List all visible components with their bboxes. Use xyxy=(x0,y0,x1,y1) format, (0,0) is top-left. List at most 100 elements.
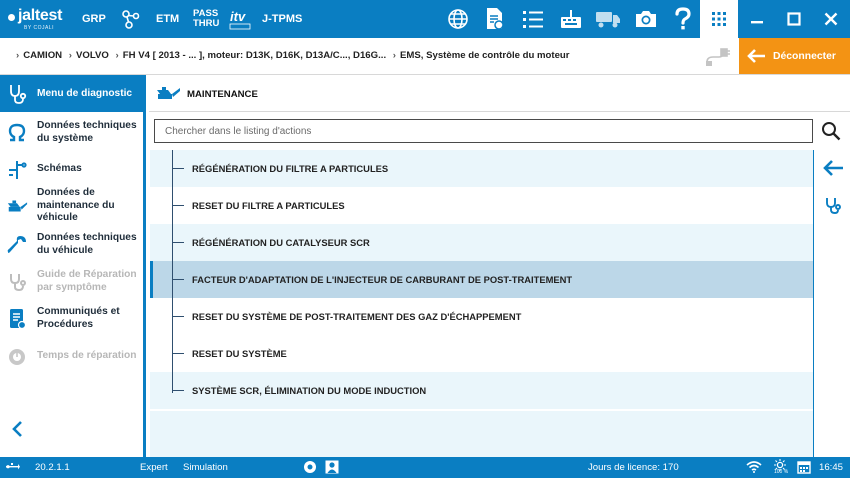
itv-test-icon[interactable]: itv xyxy=(227,5,255,33)
action-row-6[interactable]: SYSTÈME SCR, ÉLIMINATION DU MODE INDUCTI… xyxy=(150,372,813,409)
help-icon[interactable] xyxy=(669,5,697,33)
connectivity-icon[interactable] xyxy=(117,5,145,33)
wrench-icon xyxy=(6,234,28,256)
search-icon xyxy=(822,122,841,141)
maximize-button[interactable] xyxy=(783,8,805,30)
maximize-icon xyxy=(787,12,801,26)
chevron-left-icon xyxy=(12,421,22,437)
action-row-4[interactable]: RESET DU SYSTÈME DE POST-TRAITEMENT DES … xyxy=(150,298,813,335)
tree-connector xyxy=(172,205,184,206)
sidebar-item-system-tech-data[interactable]: Données techniques du système xyxy=(0,120,143,148)
sidebar-item-vehicle-tech-data[interactable]: Données techniques du véhicule xyxy=(0,232,143,260)
breadcrumb-item-model[interactable]: FH V4 [ 2013 - ... ], moteur: D13K, D16K… xyxy=(123,50,386,61)
top-toolbar: jaltest BY COJALI GRP ETM PASS THRU itv … xyxy=(0,0,850,38)
list-empty-area xyxy=(150,411,814,457)
diagnostic-menu-label: Menu de diagnostic xyxy=(37,88,133,99)
tree-connector xyxy=(172,390,184,391)
oil-can-icon xyxy=(155,84,181,107)
action-label: RESET DU SYSTÈME DE POST-TRAITEMENT DES … xyxy=(192,311,522,322)
grid-menu-button[interactable] xyxy=(700,0,738,38)
action-row-5[interactable]: RESET DU SYSTÈME xyxy=(150,335,813,372)
svg-text:itv: itv xyxy=(230,9,246,24)
camera-icon[interactable] xyxy=(632,5,660,33)
breadcrumb-bar: › CAMION › VOLVO › FH V4 [ 2013 - ... ], mo… xyxy=(0,38,850,75)
clock-label: 16:45 xyxy=(819,462,844,473)
right-toolbar xyxy=(815,150,850,457)
tree-connector xyxy=(172,279,184,280)
disconnect-button[interactable]: Déconnecter xyxy=(739,38,850,74)
grp-button[interactable]: GRP xyxy=(82,13,106,25)
breadcrumb-item-brand[interactable]: VOLVO xyxy=(76,50,109,61)
logo-subtitle: BY COJALI xyxy=(24,25,54,31)
passthru-button[interactable]: PASS THRU xyxy=(193,9,219,29)
sidebar-item-label: Données techniques du système xyxy=(37,120,137,144)
search-button[interactable] xyxy=(819,119,843,143)
grid-icon xyxy=(712,12,726,26)
keyboard-icon[interactable] xyxy=(557,5,585,33)
passthru-line2: THRU xyxy=(193,18,220,29)
tree-connector xyxy=(172,353,184,354)
action-label: SYSTÈME SCR, ÉLIMINATION DU MODE INDUCTI… xyxy=(192,385,427,396)
etm-button[interactable]: ETM xyxy=(156,13,179,25)
document-settings-icon[interactable] xyxy=(481,5,509,33)
disconnect-label: Déconnecter xyxy=(773,50,836,62)
usb-icon xyxy=(5,459,21,475)
battery-percent-label: 100 % xyxy=(774,469,789,475)
simulation-label: Simulation xyxy=(183,462,228,473)
oil-can-icon xyxy=(6,195,28,217)
close-icon xyxy=(824,12,838,26)
breadcrumb-item-category[interactable]: CAMION xyxy=(23,50,62,61)
collapse-sidebar-button[interactable] xyxy=(8,419,28,439)
action-list: RÉGÉNÉRATION DU FILTRE A PARTICULES RESE… xyxy=(150,150,814,412)
action-label: RÉGÉNÉRATION DU FILTRE A PARTICULES xyxy=(192,163,389,174)
sidebar-item-label: Guide de Réparation par symptôme xyxy=(37,269,137,293)
close-button[interactable] xyxy=(820,8,842,30)
action-label: RESET DU SYSTÈME xyxy=(192,348,287,359)
globe-icon[interactable] xyxy=(444,5,472,33)
sidebar-item-symptom-guide: Guide de Réparation par symptôme xyxy=(0,269,143,297)
breadcrumb-item-system[interactable]: EMS, Système de contrôle du moteur xyxy=(400,50,570,61)
connection-plug-icon xyxy=(705,47,731,67)
sidebar-item-label: Schémas xyxy=(37,163,82,174)
support-icon[interactable] xyxy=(302,459,318,475)
arrow-left-icon xyxy=(823,160,843,176)
stethoscope-icon xyxy=(826,198,841,214)
omega-icon xyxy=(6,122,28,144)
action-label: RÉGÉNÉRATION DU CATALYSEUR SCR xyxy=(192,237,370,248)
minimize-button[interactable] xyxy=(746,8,768,30)
calendar-icon[interactable] xyxy=(796,459,812,475)
action-label: FACTEUR D'ADAPTATION DE L'INJECTEUR DE C… xyxy=(192,274,573,285)
schematic-icon xyxy=(6,159,28,181)
status-bar: 20.2.1.1 Expert Simulation Jours de lice… xyxy=(0,457,850,478)
minimize-icon xyxy=(751,21,763,24)
user-icon[interactable] xyxy=(324,459,340,475)
breadcrumb-chevron-icon: › xyxy=(392,50,396,61)
user-mode-label: Expert xyxy=(140,462,168,473)
repair-time-icon xyxy=(6,346,28,368)
wifi-icon xyxy=(746,459,762,475)
action-row-3-selected[interactable]: FACTEUR D'ADAPTATION DE L'INJECTEUR DE C… xyxy=(150,261,813,298)
tree-connector xyxy=(172,316,184,317)
jtpms-button[interactable]: J-TPMS xyxy=(262,13,302,25)
action-row-1[interactable]: RESET DU FILTRE A PARTICULES xyxy=(150,187,813,224)
breadcrumb-chevron-icon: › xyxy=(68,50,72,61)
page-title: MAINTENANCE xyxy=(187,89,258,100)
action-label: RESET DU FILTRE A PARTICULES xyxy=(192,200,345,211)
list-icon[interactable] xyxy=(519,5,547,33)
search-input[interactable] xyxy=(154,119,813,143)
logo-text: jaltest xyxy=(18,7,63,24)
tree-trunk-line xyxy=(172,150,173,393)
action-row-2[interactable]: RÉGÉNÉRATION DU CATALYSEUR SCR xyxy=(150,224,813,261)
sidebar-item-label: Temps de réparation xyxy=(37,350,137,361)
sidebar-item-repair-times: Temps de réparation xyxy=(0,346,143,368)
jaltest-logo: jaltest BY COJALI xyxy=(6,6,70,32)
truck-icon[interactable] xyxy=(594,5,622,33)
license-days-label: Jours de licence: 170 xyxy=(588,462,679,473)
sidebar-item-bulletins[interactable]: Communiqués et Procédures xyxy=(0,306,143,334)
sidebar-item-maintenance-data[interactable]: Données de maintenance du véhicule xyxy=(0,187,143,225)
back-button[interactable] xyxy=(821,156,845,180)
diagnostic-menu-header[interactable]: Menu de diagnostic xyxy=(0,75,143,112)
sidebar-item-schematics[interactable]: Schémas xyxy=(0,159,143,181)
diagnostic-shortcut-button[interactable] xyxy=(821,194,845,218)
action-row-0[interactable]: RÉGÉNÉRATION DU FILTRE A PARTICULES xyxy=(150,150,813,187)
